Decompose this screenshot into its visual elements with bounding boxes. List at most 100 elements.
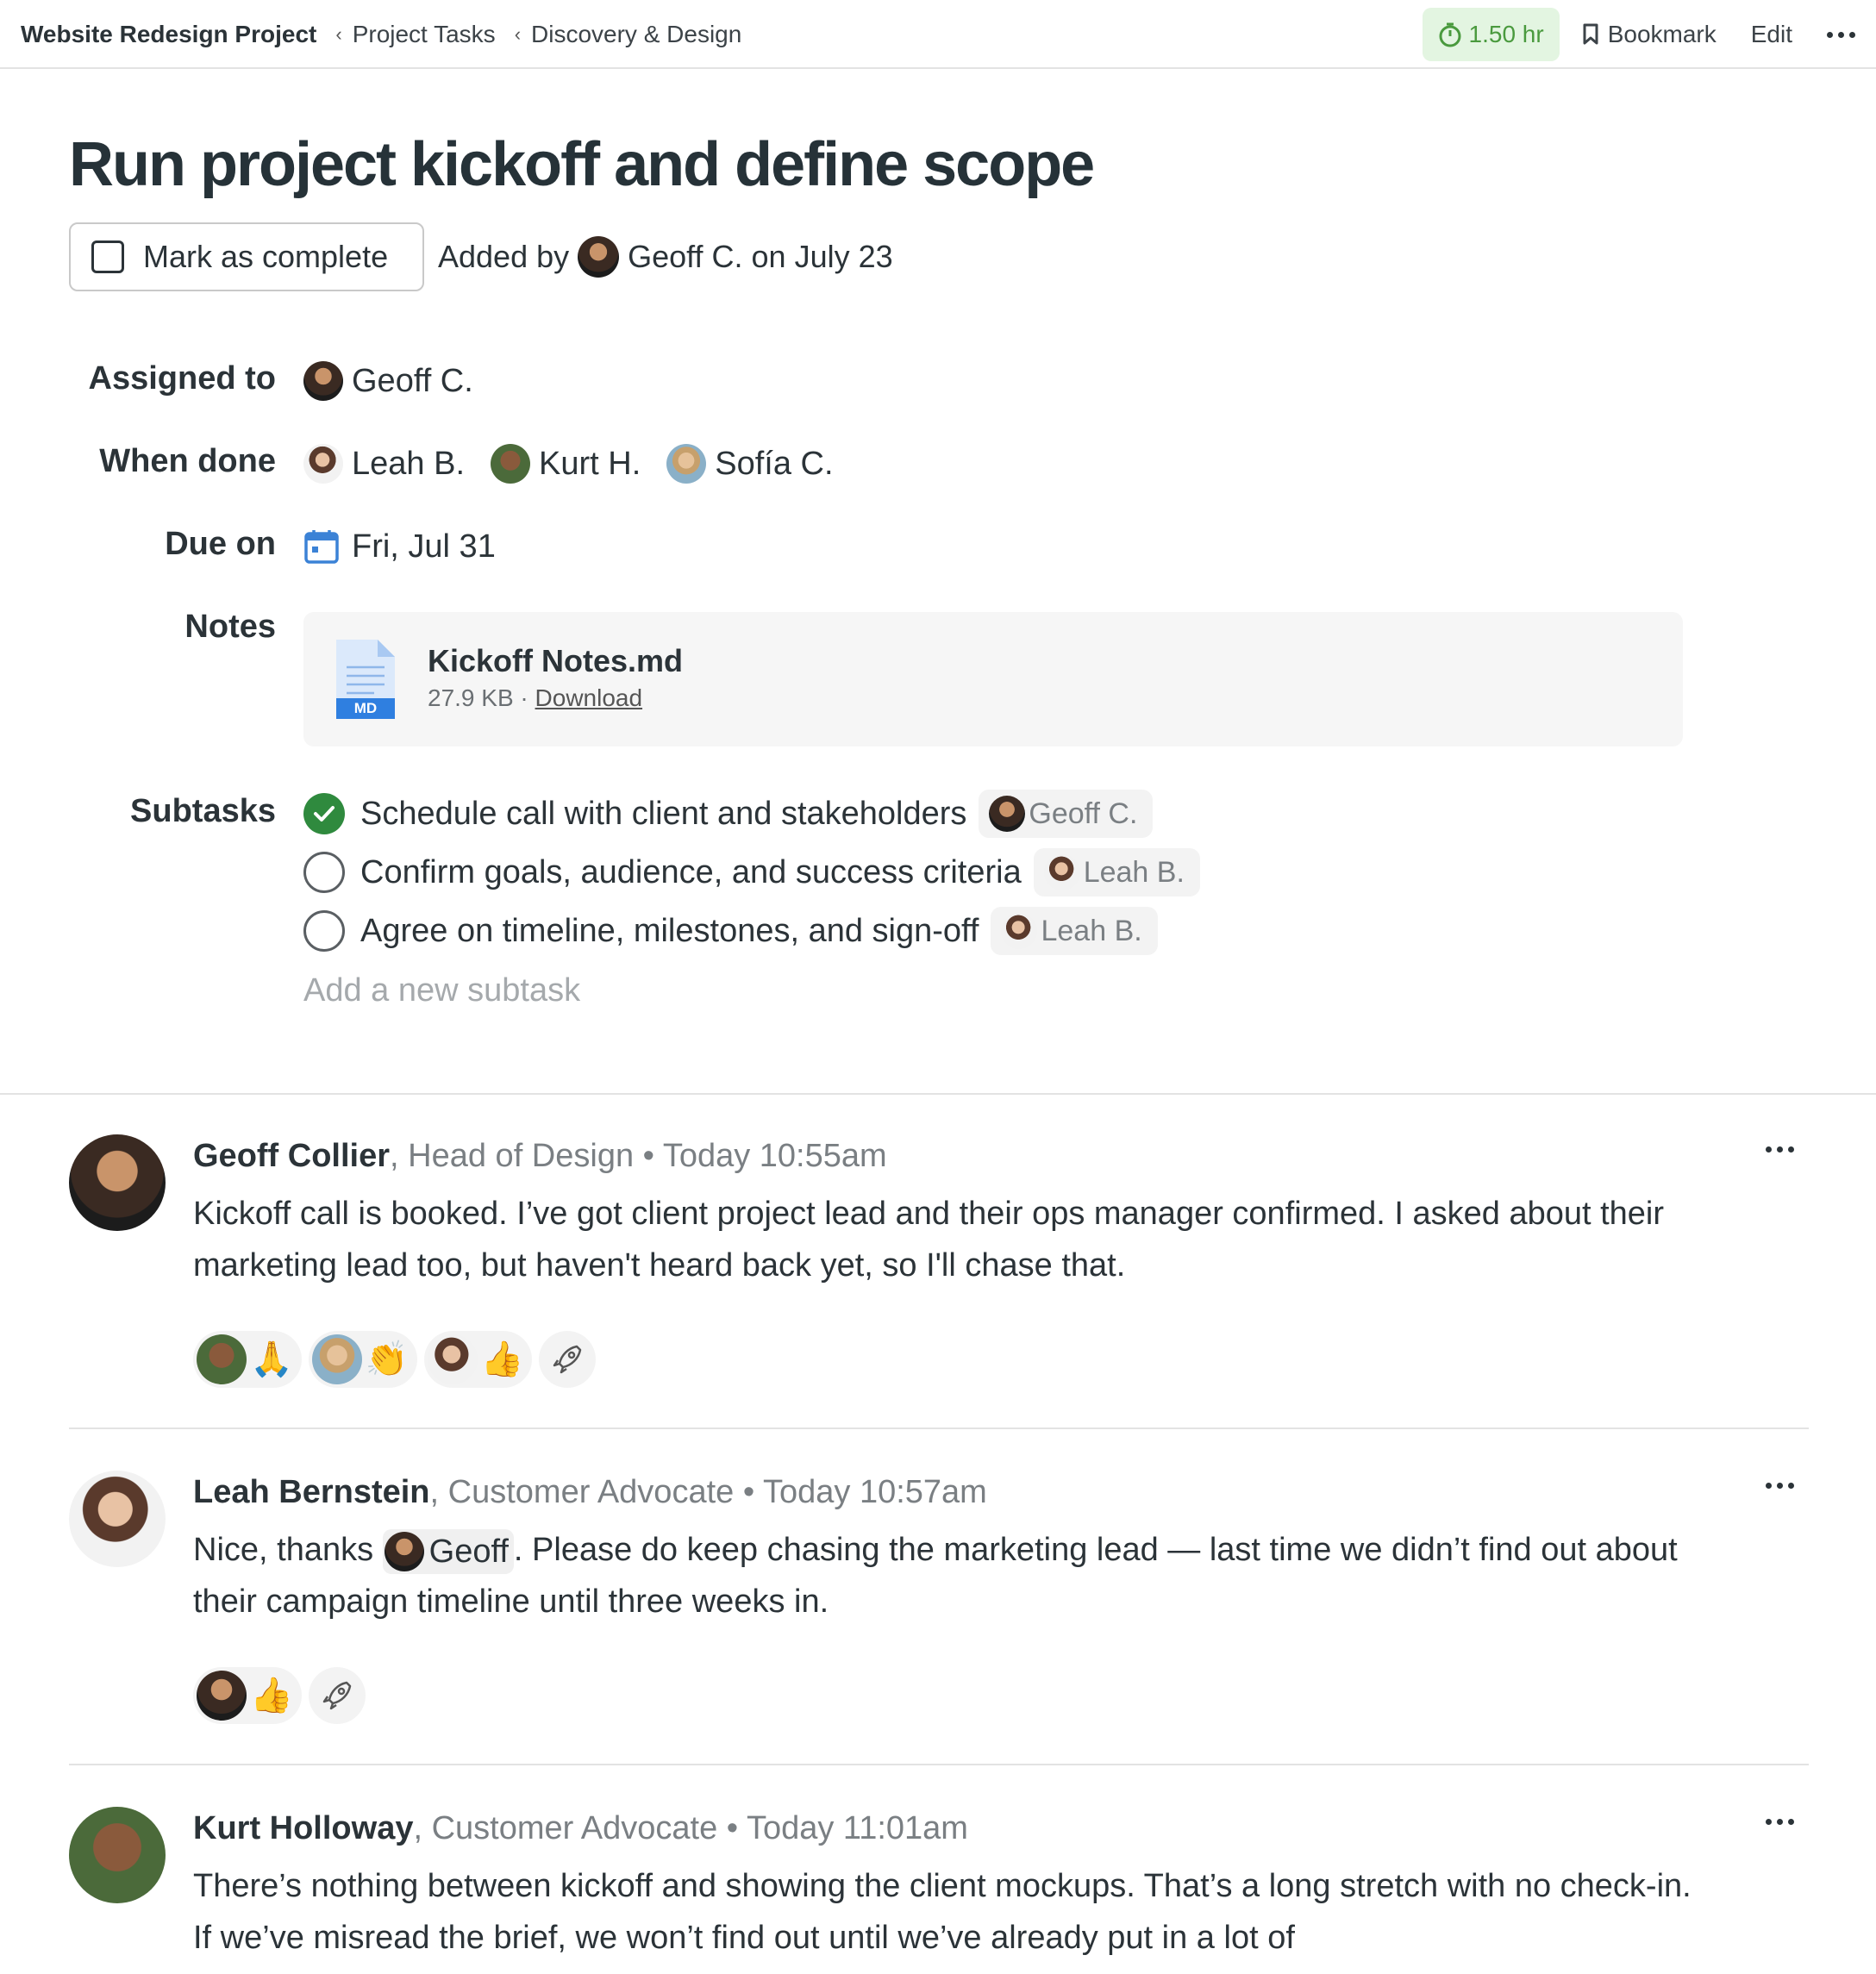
subtask-item: Schedule call with client and stakeholde… xyxy=(303,790,1154,838)
subtask-item: Agree on timeline, milestones, and sign-… xyxy=(303,907,1158,955)
avatar xyxy=(197,1334,247,1384)
avatar xyxy=(989,796,1026,832)
avatar xyxy=(197,1671,247,1721)
file-type-badge: MD xyxy=(353,700,378,716)
file-meta-separator: · xyxy=(520,684,528,711)
empty-circle-icon[interactable] xyxy=(303,910,345,952)
added-by: Added by Geoff C. on July 23 xyxy=(438,233,893,281)
file-size: 27.9 KB xyxy=(428,684,514,711)
reaction[interactable]: 👍 xyxy=(423,1331,533,1388)
mark-complete-button[interactable]: Mark as complete xyxy=(69,222,424,291)
subtask-text[interactable]: Agree on timeline, milestones, and sign-… xyxy=(360,913,979,950)
comment-role: Head of Design xyxy=(408,1138,635,1174)
comment-body: Nice, thanks Geoff . Please do keep chas… xyxy=(193,1524,1693,1627)
bookmark-label: Bookmark xyxy=(1607,21,1717,47)
when-done-label: When done xyxy=(99,443,276,479)
timer-button[interactable]: 1.50 hr xyxy=(1422,8,1560,61)
comment-more-icon[interactable] xyxy=(1766,1146,1794,1153)
add-reaction-button[interactable] xyxy=(539,1331,597,1388)
notes-label: Notes xyxy=(184,609,276,645)
timer-value: 1.50 hr xyxy=(1468,21,1544,47)
notify-person: Sofía C. xyxy=(715,445,834,482)
avatar xyxy=(384,1531,424,1571)
comment-divider xyxy=(69,1427,1809,1429)
added-on: on July 23 xyxy=(751,239,893,274)
bookmark-button[interactable]: Bookmark xyxy=(1582,21,1717,48)
file-name[interactable]: Kickoff Notes.md xyxy=(428,643,683,679)
page-title: Run project kickoff and define scope xyxy=(69,130,1095,199)
pray-emoji: 🙏 xyxy=(250,1340,293,1379)
more-options-icon[interactable] xyxy=(1827,31,1855,38)
subtask-text[interactable]: Confirm goals, audience, and success cri… xyxy=(360,854,1022,891)
reaction[interactable]: 👍 xyxy=(193,1667,302,1724)
comment-role: Customer Advocate xyxy=(447,1474,735,1510)
assignee-name: Geoff C. xyxy=(352,362,473,399)
avatar xyxy=(303,361,343,401)
subtask-assignee-name: Leah B. xyxy=(1083,855,1185,889)
avatar xyxy=(666,444,707,484)
breadcrumb-project[interactable]: Website Redesign Project xyxy=(21,21,316,48)
breadcrumb-project-tasks[interactable]: Project Tasks xyxy=(353,21,496,48)
empty-circle-icon[interactable] xyxy=(303,852,345,893)
notify-person: Leah B. xyxy=(352,445,465,482)
checked-circle-icon[interactable] xyxy=(303,793,345,834)
bookmark-icon xyxy=(1583,23,1598,45)
edit-button[interactable]: Edit xyxy=(1751,21,1792,48)
thumbs-up-emoji: 👍 xyxy=(480,1340,524,1379)
comment-author[interactable]: Kurt Holloway xyxy=(193,1810,413,1846)
when-done-row[interactable]: Leah B. Kurt H. Sofía C. xyxy=(303,440,860,488)
avatar xyxy=(491,444,530,484)
comment-time: Today 10:55am xyxy=(662,1138,887,1174)
assigned-row[interactable]: Geoff C. xyxy=(303,357,499,405)
avatar[interactable] xyxy=(69,1807,166,1903)
due-label: Due on xyxy=(165,526,276,562)
mention[interactable]: Geoff xyxy=(382,1528,514,1574)
subtask-assignee[interactable]: Leah B. xyxy=(991,907,1158,955)
avatar[interactable] xyxy=(69,1471,166,1567)
comment-header: Leah Bernstein, Customer Advocate • Toda… xyxy=(193,1474,987,1510)
reaction[interactable]: 👏 xyxy=(308,1331,417,1388)
comment-header: Geoff Collier, Head of Design • Today 10… xyxy=(193,1138,887,1174)
breadcrumb-separator: ‹ xyxy=(514,23,522,45)
subtasks-label: Subtasks xyxy=(130,793,276,829)
comment-author[interactable]: Geoff Collier xyxy=(193,1138,390,1174)
comment-divider xyxy=(69,1764,1809,1765)
comment-header: Kurt Holloway, Customer Advocate • Today… xyxy=(193,1810,968,1846)
mention-name: Geoff xyxy=(428,1533,509,1570)
avatar xyxy=(303,444,343,484)
assigned-label: Assigned to xyxy=(88,360,276,397)
attachment-card[interactable]: MD Kickoff Notes.md 27.9 KB · Download xyxy=(303,612,1683,746)
subtask-assignee[interactable]: Leah B. xyxy=(1033,848,1200,896)
comment-author[interactable]: Leah Bernstein xyxy=(193,1474,430,1510)
subtask-assignee[interactable]: Geoff C. xyxy=(979,790,1154,838)
reaction[interactable]: 🙏 xyxy=(193,1331,302,1388)
calendar-icon xyxy=(304,530,339,564)
reactions: 👍 xyxy=(193,1667,366,1724)
avatar[interactable] xyxy=(69,1134,166,1231)
top-bar: Website Redesign Project ‹ Project Tasks… xyxy=(0,0,1876,69)
add-reaction-button[interactable] xyxy=(308,1667,366,1724)
subtask-item: Confirm goals, audience, and success cri… xyxy=(303,848,1200,896)
thumbs-up-emoji: 👍 xyxy=(250,1676,293,1715)
comment-time: Today 11:01am xyxy=(746,1810,968,1846)
clap-emoji: 👏 xyxy=(365,1340,409,1379)
comment-more-icon[interactable] xyxy=(1766,1819,1794,1825)
comment-more-icon[interactable] xyxy=(1766,1483,1794,1489)
added-by-name[interactable]: Geoff C. xyxy=(628,239,742,275)
breadcrumb: Website Redesign Project ‹ Project Tasks… xyxy=(21,0,741,69)
breadcrumb-discovery-design[interactable]: Discovery & Design xyxy=(531,21,741,48)
comment-body: Kickoff call is booked. I’ve got client … xyxy=(193,1196,1665,1284)
reactions: 🙏 👏 👍 xyxy=(193,1331,597,1388)
due-date: Fri, Jul 31 xyxy=(352,528,496,565)
due-row[interactable]: Fri, Jul 31 xyxy=(303,522,496,571)
rocket-icon xyxy=(553,1345,582,1374)
top-actions: 1.50 hr Bookmark Edit xyxy=(1422,0,1855,69)
stopwatch-icon xyxy=(1439,22,1461,47)
comment-text: Nice, thanks xyxy=(193,1532,374,1568)
add-subtask-input[interactable]: Add a new subtask xyxy=(303,972,580,1009)
subtask-assignee-name: Geoff C. xyxy=(1029,796,1138,830)
file-meta: 27.9 KB · Download xyxy=(428,684,642,712)
subtask-text[interactable]: Schedule call with client and stakeholde… xyxy=(360,796,966,833)
subtask-assignee-name: Leah B. xyxy=(1041,914,1142,947)
download-link[interactable]: Download xyxy=(535,684,643,711)
